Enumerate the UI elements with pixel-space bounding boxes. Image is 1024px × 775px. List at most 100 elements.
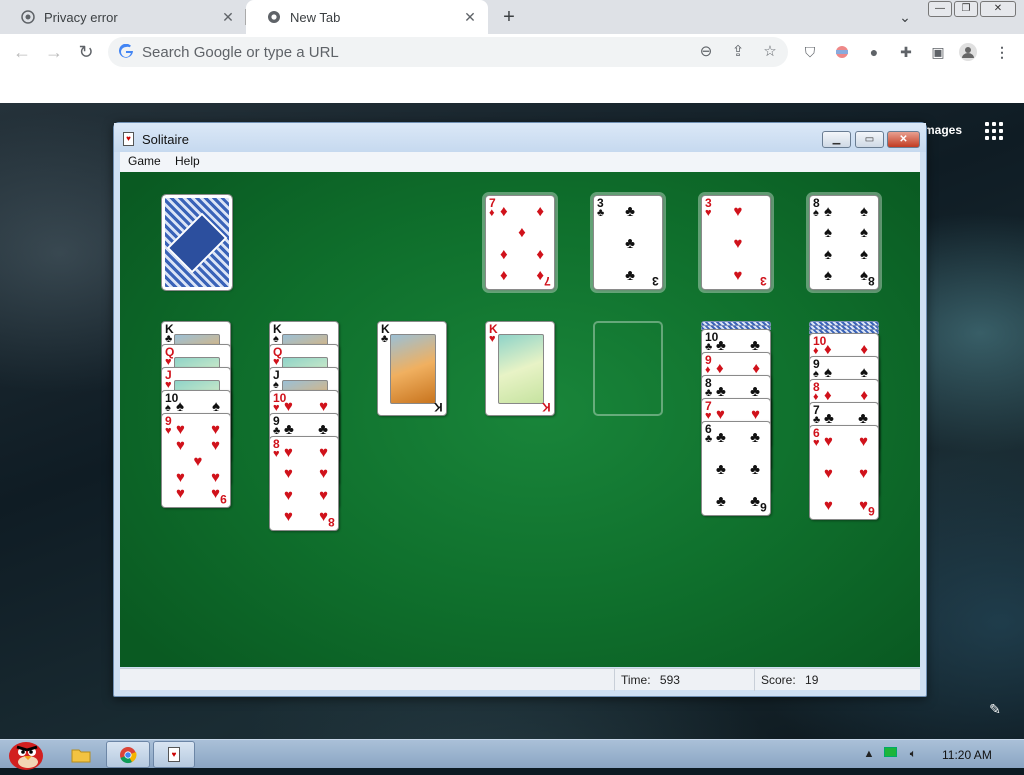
close-icon[interactable]: ✕: [220, 9, 236, 25]
images-link[interactable]: mages: [924, 123, 962, 137]
battery-icon[interactable]: [884, 747, 898, 761]
card-8-of-hearts[interactable]: 8 ♥ ♥ ♥ ♥ ♥ ♥ ♥ ♥ ♥ 8: [269, 436, 339, 531]
share-icon[interactable]: ⇪: [728, 42, 748, 62]
spades-suit-icon: ♠: [813, 207, 819, 219]
card-rank-bottom: 6: [760, 500, 767, 514]
tab-search-chevron-icon[interactable]: ⌄: [894, 6, 916, 28]
window-title: Solitaire: [142, 132, 189, 147]
face-card-art: [390, 334, 436, 404]
colorful-extension-icon[interactable]: [832, 42, 852, 62]
card-rank-bottom: 8: [328, 515, 335, 529]
reload-icon[interactable]: ↻: [74, 40, 98, 64]
extension-icon[interactable]: ●: [864, 42, 884, 62]
restore-button[interactable]: ❐: [954, 1, 978, 17]
new-tab-button[interactable]: +: [497, 5, 521, 29]
profile-avatar-icon[interactable]: [958, 42, 978, 62]
time-label: Time:: [621, 673, 651, 687]
tray-overflow-icon[interactable]: ▲: [862, 747, 876, 761]
hearts-suit-icon: ♥: [273, 448, 280, 460]
card-pips: ♠ ♠ ♠ ♠ ♠ ♠ ♠ ♠: [824, 203, 868, 284]
card-pips: ♥ ♥ ♥: [733, 203, 743, 284]
foundation-3-3-of-hearts[interactable]: 3 ♥ ♥ ♥ ♥ 3: [698, 192, 774, 293]
foundation-4-8-of-spades[interactable]: 8 ♠ ♠ ♠ ♠ ♠ ♠ ♠ ♠ ♠ 8: [806, 192, 882, 293]
menu-help[interactable]: Help: [175, 154, 200, 168]
zoom-icon[interactable]: ⊖: [696, 42, 716, 62]
clock[interactable]: 11:20 AM: [942, 748, 992, 762]
close-button[interactable]: ✕: [980, 1, 1016, 17]
solitaire-title-bar[interactable]: ♥ Solitaire ▁ ▭ ✕: [114, 123, 926, 152]
menu-kebab-icon[interactable]: ⋮: [992, 42, 1012, 62]
face-card-art: [498, 334, 544, 404]
forward-arrow-icon[interactable]: →: [42, 40, 66, 64]
taskbar-chrome-button[interactable]: [106, 741, 150, 768]
time-display: Time: 593: [614, 669, 754, 691]
score-label: Score:: [761, 673, 796, 687]
bookmark-bar: [0, 70, 1024, 103]
foundation-2-3-of-clubs[interactable]: 3 ♣ ♣ ♣ ♣ 3: [590, 192, 666, 293]
card-rank-bottom: K: [434, 400, 443, 414]
minimize-button[interactable]: —: [928, 1, 952, 17]
side-panel-icon[interactable]: ▣: [928, 42, 948, 62]
puzzle-extensions-icon[interactable]: ✚: [896, 42, 916, 62]
card-rank-bottom: 8: [868, 274, 875, 288]
tab-title: Privacy error: [44, 9, 118, 25]
card-pips: ♥ ♥ ♥ ♥ ♥ ♥ ♥ ♥ ♥: [176, 421, 220, 502]
bookmark-star-icon[interactable]: ☆: [760, 42, 780, 62]
clubs-suit-icon: ♣: [381, 333, 389, 345]
card-rank-bottom: K: [542, 400, 551, 414]
customize-pencil-icon[interactable]: ✎: [986, 701, 1004, 719]
solitaire-app-icon: ♥: [123, 132, 134, 146]
menu-game[interactable]: Game: [128, 154, 161, 168]
card-rank-bottom: 3: [760, 274, 767, 288]
shield-extension-icon[interactable]: ⛉: [800, 42, 820, 62]
browser-toolbar: ← → ↻ ⊖ ⇪ ☆ ⛉ ● ✚ ▣ ⋮: [0, 34, 1024, 70]
taskbar: ♥ ▲ 🔈︎ 11:20 AM: [0, 739, 1024, 770]
back-arrow-icon[interactable]: ←: [10, 40, 34, 64]
card-pips: ♥ ♥ ♥ ♥ ♥ ♥: [824, 433, 868, 514]
clubs-suit-icon: ♣: [705, 433, 713, 445]
omnibox[interactable]: ⊖ ⇪ ☆: [108, 37, 788, 67]
close-icon[interactable]: ✕: [462, 9, 478, 25]
file-explorer-folder-icon[interactable]: [62, 741, 100, 768]
time-value: 593: [659, 673, 680, 687]
hearts-suit-icon: ♥: [813, 437, 820, 449]
stock-pile[interactable]: [161, 194, 233, 291]
chrome-icon: [266, 9, 282, 25]
maximize-button[interactable]: ▭: [855, 131, 884, 148]
solitaire-card-icon: ♥: [168, 747, 180, 762]
globe-icon: [20, 9, 36, 25]
minimize-button[interactable]: ▁: [822, 131, 851, 148]
card-6-of-hearts[interactable]: 6 ♥ ♥ ♥ ♥ ♥ ♥ ♥ 6: [809, 425, 879, 520]
card-pips: ♦ ♦ ♦ ♦ ♦ ♦ ♦: [500, 203, 544, 284]
card-rank-bottom: 9: [220, 492, 227, 506]
hearts-suit-icon: ♥: [705, 207, 712, 219]
google-g-icon: [118, 43, 134, 60]
empty-tableau-slot[interactable]: [593, 321, 663, 416]
card-K-of-clubs[interactable]: K♣K: [377, 321, 447, 416]
card-back-pattern: [166, 212, 228, 274]
card-pips: ♣ ♣ ♣: [625, 203, 635, 284]
chrome-icon: [120, 746, 137, 763]
clubs-suit-icon: ♣: [597, 207, 605, 219]
tab-title: New Tab: [290, 9, 341, 25]
card-9-of-hearts[interactable]: 9 ♥ ♥ ♥ ♥ ♥ ♥ ♥ ♥ ♥ ♥ 9: [161, 413, 231, 508]
google-apps-grid-icon[interactable]: [985, 122, 1003, 140]
score-value: 19: [805, 673, 819, 687]
card-6-of-clubs[interactable]: 6 ♣ ♣ ♣ ♣ ♣ ♣ ♣ 6: [701, 421, 771, 516]
card-rank-bottom: 6: [868, 504, 875, 518]
taskbar-solitaire-button[interactable]: ♥: [153, 741, 195, 768]
hearts-suit-icon: ♥: [489, 333, 496, 345]
card-K-of-hearts[interactable]: K ♥ K: [485, 321, 555, 416]
close-button[interactable]: ✕: [887, 131, 920, 148]
hearts-suit-icon: ♥: [165, 425, 172, 437]
menu-bar: Game Help: [120, 152, 920, 172]
tab-new-tab[interactable]: New Tab ✕: [246, 0, 488, 34]
start-button-angry-bird-icon[interactable]: [4, 734, 48, 770]
status-bar: Time: 593 Score: 19: [120, 668, 920, 691]
volume-icon[interactable]: 🔈︎: [906, 747, 920, 761]
tab-privacy-error[interactable]: Privacy error ✕: [0, 0, 246, 34]
card-pips: ♥ ♥ ♥ ♥ ♥ ♥ ♥ ♥: [284, 444, 328, 525]
tab-strip: Privacy error ✕ New Tab ✕ + ⌄ — ❐ ✕: [0, 0, 1024, 34]
address-input[interactable]: [142, 37, 662, 67]
foundation-1-7-of-diamonds[interactable]: 7 ♦ ♦ ♦ ♦ ♦ ♦ ♦ ♦ 7: [482, 192, 558, 293]
